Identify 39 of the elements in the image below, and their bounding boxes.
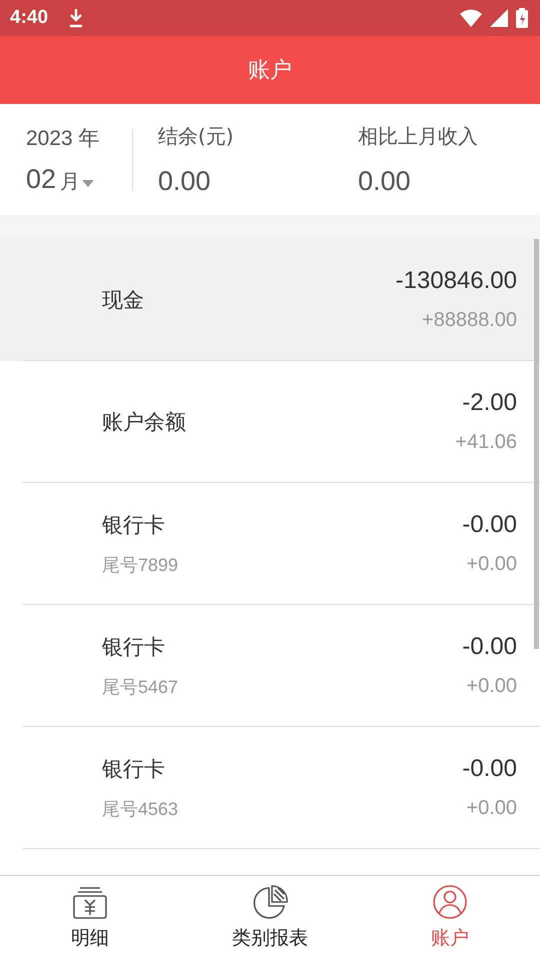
account-number: 尾号5467 (102, 676, 178, 699)
account-name: 银行卡 (102, 756, 166, 783)
account-change: +0.00 (466, 553, 517, 576)
balance-value: 0.00 (158, 166, 212, 197)
account-row[interactable]: 现金 -130846.00 +88888.00 (0, 239, 540, 362)
nav-tab[interactable]: 账户 (360, 876, 540, 960)
account-name: 现金 (102, 286, 144, 314)
account-name: 银行卡 (102, 512, 166, 539)
account-amount: -130846.00 (396, 267, 517, 296)
nav-tab[interactable]: 类别报表 (180, 876, 360, 960)
account-change: +0.00 (466, 797, 517, 820)
account-number: 尾号7899 (102, 554, 178, 577)
download-icon (68, 8, 84, 28)
account-number: 尾号4563 (102, 798, 178, 821)
account-name: 银行卡 (102, 634, 166, 661)
account-change: +88888.00 (422, 309, 517, 332)
person-icon (432, 885, 468, 920)
year-label: 2023 年 (26, 126, 101, 152)
account-change: +41.06 (455, 431, 517, 454)
account-change: +0.00 (466, 675, 517, 698)
balance-label: 结余(元) (158, 122, 235, 150)
signal-icon (490, 8, 508, 27)
page-title: 账户 (248, 56, 292, 85)
status-time: 4:40 (10, 6, 48, 29)
caret-icon (82, 180, 94, 188)
account-amount: -0.00 (462, 755, 517, 784)
account-row[interactable]: 银行卡 尾号4563 -0.00 +0.00 (0, 727, 540, 850)
wifi-icon (460, 8, 482, 27)
account-amount: -2.00 (462, 389, 517, 418)
ledger-icon (72, 885, 108, 920)
month-picker[interactable]: 02 月 (26, 164, 132, 196)
pie-chart-icon (252, 885, 288, 920)
compare-label: 相比上月收入 (358, 122, 478, 150)
compare-value: 0.00 (358, 166, 412, 197)
account-amount: -0.00 (462, 511, 517, 540)
account-name: 账户余额 (102, 408, 186, 436)
nav-tab[interactable]: 明细 (0, 876, 180, 960)
account-amount: -0.00 (462, 633, 517, 662)
battery-icon (516, 8, 528, 28)
